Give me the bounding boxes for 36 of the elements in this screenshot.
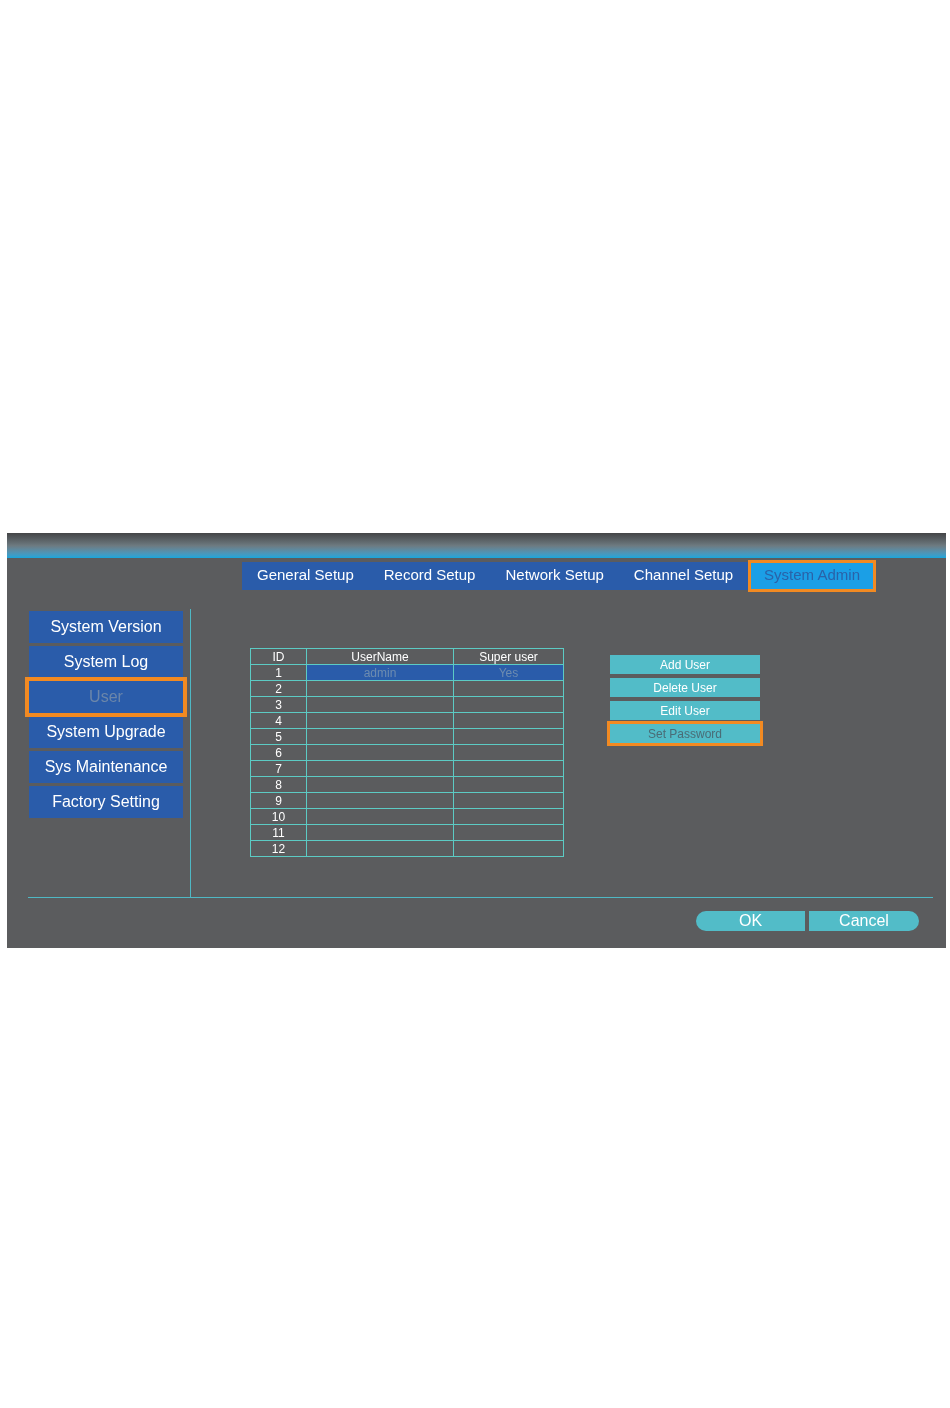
table-row[interactable]: 12 (250, 840, 564, 857)
sidebar-item[interactable]: System Upgrade (29, 716, 183, 748)
table-cell: 10 (250, 808, 307, 825)
table-cell: 6 (250, 744, 307, 761)
column-header: ID (250, 648, 307, 665)
table-row[interactable]: 6 (250, 744, 564, 761)
table-row[interactable]: 4 (250, 712, 564, 729)
column-header: Super user (453, 648, 564, 665)
table-cell: 8 (250, 776, 307, 793)
table-row[interactable]: 1 admin Yes (250, 664, 564, 681)
table-cell: 5 (250, 728, 307, 745)
column-header: UserName (306, 648, 454, 665)
table-row[interactable]: 2 (250, 680, 564, 697)
sidebar-item[interactable]: System Log (29, 646, 183, 678)
tab[interactable]: Network Setup (490, 561, 619, 590)
sidebar-item[interactable]: System Version (29, 611, 183, 643)
table-cell: 7 (250, 760, 307, 777)
table-row[interactable]: 8 (250, 776, 564, 793)
table-row[interactable]: 7 (250, 760, 564, 777)
table-cell: 2 (250, 680, 307, 697)
table-cell: 4 (250, 712, 307, 729)
table-cell: 11 (250, 824, 307, 841)
table-cell: 3 (250, 696, 307, 713)
table-row[interactable]: 11 (250, 824, 564, 841)
table-row[interactable]: 5 (250, 728, 564, 745)
table-row[interactable]: 10 (250, 808, 564, 825)
table-cell: 12 (250, 840, 307, 857)
table-cell: 1 (250, 664, 307, 681)
sidebar-item[interactable]: Sys Maintenance (29, 751, 183, 783)
tab[interactable]: Channel Setup (618, 561, 749, 590)
sidebar-item[interactable]: Factory Setting (29, 786, 183, 818)
tab[interactable]: General Setup (242, 561, 369, 590)
table-row[interactable]: 9 (250, 792, 564, 809)
table-cell: 9 (250, 792, 307, 809)
tab[interactable]: Record Setup (368, 561, 491, 590)
table-row[interactable]: 3 (250, 696, 564, 713)
